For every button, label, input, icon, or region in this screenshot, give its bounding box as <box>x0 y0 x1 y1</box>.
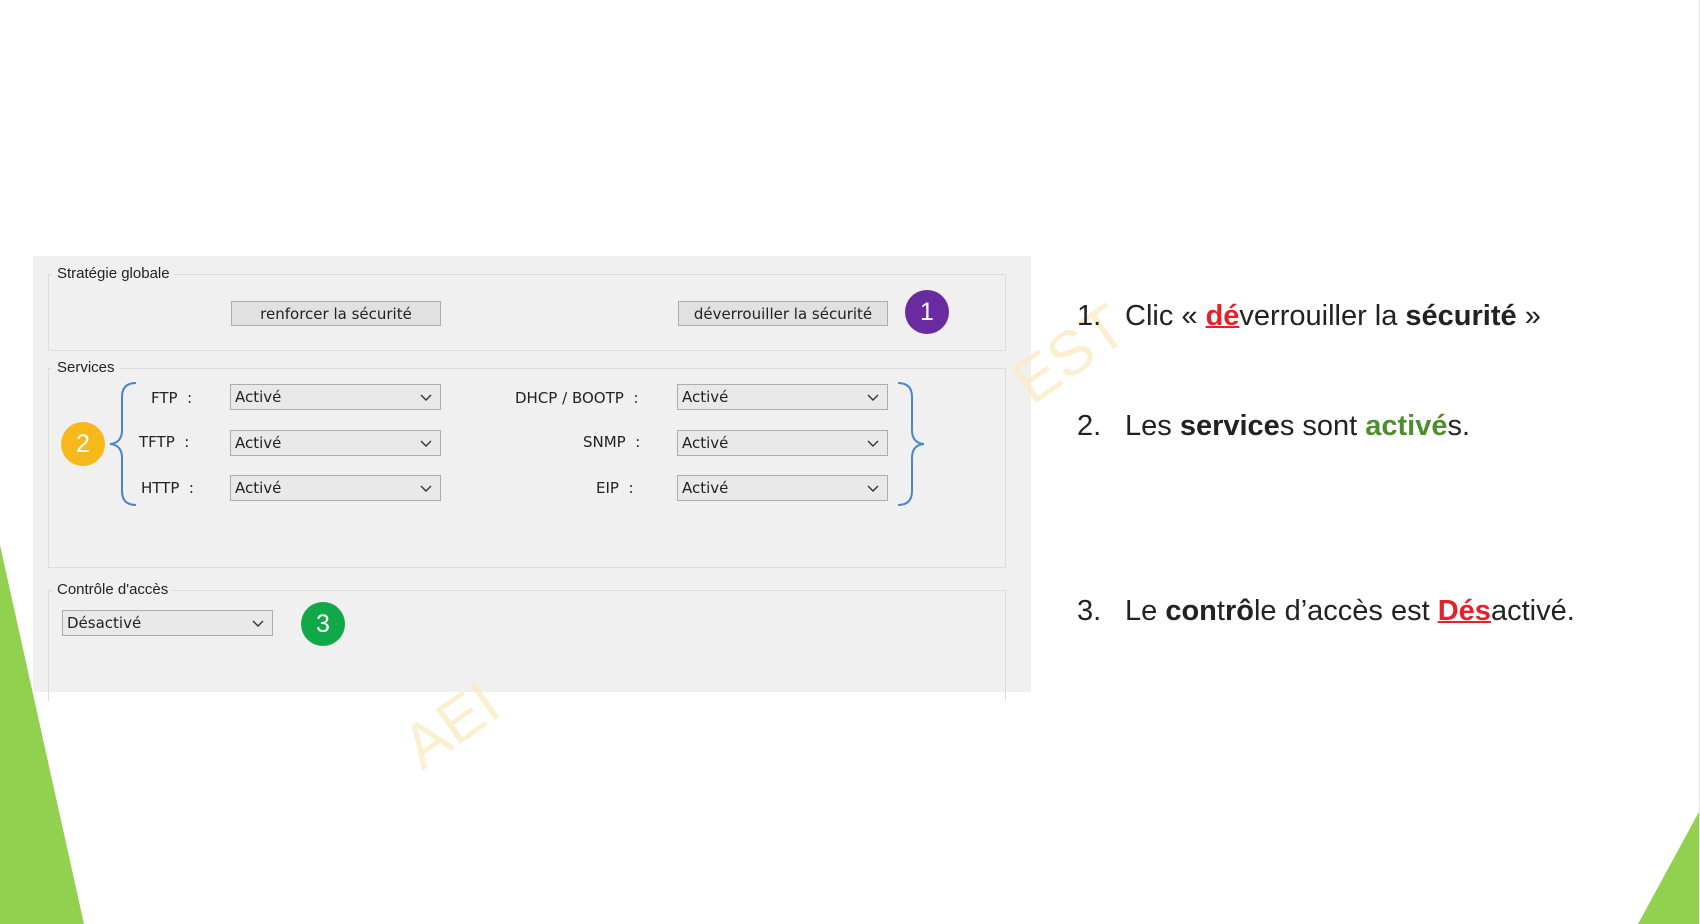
chevron-down-icon <box>420 394 432 401</box>
eip-select[interactable]: Activé <box>677 475 888 501</box>
http-label: HTTP : <box>141 479 194 497</box>
step-1-badge: 1 <box>905 290 949 334</box>
step-1-text-c: » <box>1516 300 1541 332</box>
dhcp-bootp-select[interactable]: Activé <box>677 384 888 410</box>
instruction-step-1: 1. Clic « déverrouiller la sécurité » <box>1077 298 1541 334</box>
services-title: Services <box>52 359 119 377</box>
chevron-down-icon <box>420 440 432 447</box>
tftp-label: TFTP : <box>139 433 190 451</box>
access-control-group <box>48 590 1006 701</box>
step-2-text-b: s sont <box>1279 410 1366 442</box>
step-1-number: 1. <box>1077 300 1102 332</box>
step-2-text-bold: service <box>1179 410 1280 442</box>
step-3-text-highlight: Dés <box>1437 595 1491 627</box>
ftp-select-value: Activé <box>235 388 282 406</box>
step-1-text-a: Clic « <box>1125 300 1206 332</box>
step-3-text-c: le d’accès est <box>1253 595 1438 627</box>
step-3-text-bold-b: r <box>1224 595 1237 627</box>
step-1-text-bold: sécurité <box>1405 300 1517 332</box>
eip-select-value: Activé <box>682 479 729 497</box>
step-1-text-highlight: dé <box>1205 300 1240 332</box>
tftp-select-value: Activé <box>235 434 282 452</box>
step-2-text-a: Les <box>1125 410 1180 442</box>
dhcp-bootp-select-value: Activé <box>682 388 729 406</box>
eip-label: EIP : <box>596 479 634 497</box>
snmp-select-value: Activé <box>682 434 729 452</box>
chevron-down-icon <box>252 620 264 627</box>
step-3-number: 3. <box>1077 595 1102 627</box>
step-2-badge: 2 <box>61 422 105 466</box>
access-control-select[interactable]: Désactivé <box>62 610 273 636</box>
snmp-select[interactable]: Activé <box>677 430 888 456</box>
security-settings-panel: Stratégie globale renforcer la sécurité … <box>33 256 1031 701</box>
chevron-down-icon <box>867 440 879 447</box>
step-2-number: 2. <box>1077 410 1102 442</box>
chevron-down-icon <box>867 394 879 401</box>
step-3-text-bold-c: ô <box>1236 595 1254 627</box>
instruction-step-3: 3. Le contrôle d’accès est Désactivé. <box>1077 593 1575 629</box>
chevron-down-icon <box>867 485 879 492</box>
snmp-label: SNMP : <box>583 433 641 451</box>
http-select-value: Activé <box>235 479 282 497</box>
step-2-text-highlight: activé <box>1365 410 1448 442</box>
step-2-text-c: s. <box>1447 410 1471 442</box>
step-3-text-a: Le <box>1125 595 1166 627</box>
access-control-title: Contrôle d'accès <box>52 581 173 599</box>
reinforce-security-button[interactable]: renforcer la sécurité <box>231 301 441 326</box>
step-3-text-d: activé. <box>1490 595 1575 627</box>
http-select[interactable]: Activé <box>230 475 441 501</box>
step-1-text-b: verrouiller la <box>1239 300 1406 332</box>
tftp-select[interactable]: Activé <box>230 430 441 456</box>
instruction-step-2: 2. Les services sont activés. <box>1077 408 1470 444</box>
step-3-text-b: t <box>1216 595 1225 627</box>
access-control-select-value: Désactivé <box>67 614 142 632</box>
chevron-down-icon <box>420 485 432 492</box>
step-3-badge: 3 <box>301 602 345 646</box>
ftp-label: FTP : <box>151 389 193 407</box>
global-strategy-title: Stratégie globale <box>52 265 174 283</box>
step-3-text-bold-a: con <box>1165 595 1217 627</box>
ftp-select[interactable]: Activé <box>230 384 441 410</box>
unlock-security-button[interactable]: déverrouiller la sécurité <box>678 301 888 326</box>
dhcp-bootp-label: DHCP / BOOTP : <box>515 389 639 407</box>
